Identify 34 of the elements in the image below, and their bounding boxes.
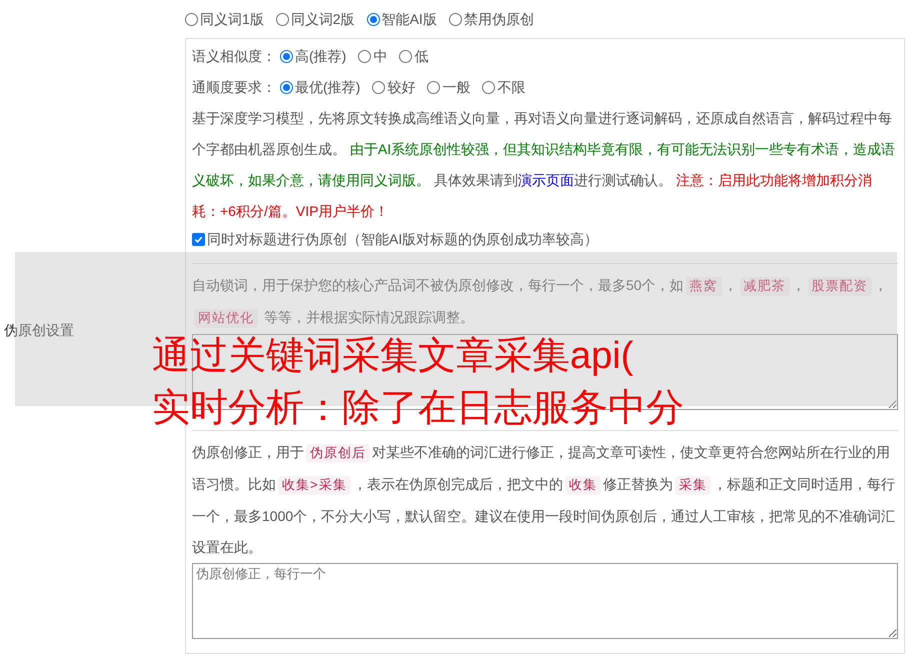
radio-button[interactable] [280, 81, 293, 94]
radio-button[interactable] [482, 81, 496, 94]
radio-option[interactable]: 高(推荐) [280, 46, 346, 67]
radio-button[interactable] [280, 50, 293, 63]
radio-button[interactable] [372, 81, 386, 94]
demo-page-link[interactable]: 演示页面 [518, 172, 574, 188]
description-text: 基于深度学习模型，先将原文转换成高维语义向量，再对语义向量进行逐词解码，还原成自然语言，解码过程中每个字都由机器原创生成。 由于AI系统原创性较强，但其知识结构毕竟有限，有可能无法识别一些专有术语，造成语义破坏，如果介意，请使用同义词版。 具体效果请到演示页面进行测试确认。 注意：启用此功能将增加积分消耗：+6积分/篇。VIP用户半价！ [192, 109, 896, 221]
radio-option[interactable]: 一般 [427, 77, 470, 98]
radio-option[interactable]: 禁用伪原创 [448, 8, 534, 30]
radio-option[interactable]: 同义词1版 [185, 8, 264, 30]
radio-button[interactable] [358, 50, 372, 63]
option-label: 语义相似度： [192, 47, 276, 66]
description-text: 自动锁词，用于保护您的核心产品词不被伪原创修改，每行一个，最多50个，如 燕窝 ， 减肥茶 ， 股票配资 ， 网站优化 等等，并根据实际情况跟踪调整。 [192, 276, 889, 330]
radio-button[interactable] [185, 12, 198, 26]
correction-input[interactable]: 伪原创修正，每行一个 [192, 563, 898, 639]
option-label: 通顺度要求： [192, 78, 276, 97]
radio-option[interactable]: 智能AI版 [366, 8, 437, 30]
checkbox[interactable] [192, 232, 205, 246]
radio-option[interactable]: 低 [399, 46, 428, 67]
radio-button[interactable] [427, 81, 440, 94]
radio-button[interactable] [276, 12, 289, 26]
radio-option[interactable]: 较好 [372, 77, 416, 98]
radio-option[interactable]: 中 [358, 46, 388, 67]
overlay-title: 通过关键词采集文章采集api( [152, 334, 634, 379]
radio-button[interactable] [399, 50, 412, 63]
title-checkbox-option[interactable]: 同时对标题进行伪原创（智能AI版对标题的伪原创成功率较高） [192, 229, 898, 249]
radio-option[interactable]: 不限 [482, 77, 526, 98]
section-label: 伪原创设置 [3, 320, 74, 340]
radio-button[interactable] [448, 12, 462, 26]
description-text: 伪原创修正，用于 伪原创后 对某些不准确的词汇进行修正，提高文章可读性，使文章更符合您网站所在行业的用语习惯。比如 收集>采集 ，表示在伪原创完成后，把文中的 收集 修正替换为 采集 ，标题和正文同时适用，每行一个，最多1000个，不分大小写，默认留空。建议在使用一段时间伪原创后，通过人工审核，把常见的不准确词汇设置在此。 [192, 443, 896, 557]
overlay-title: 实时分析：除了在日志服务中分 [152, 386, 684, 431]
radio-button[interactable] [366, 12, 380, 26]
radio-option[interactable]: 最优(推荐) [280, 77, 360, 98]
radio-option[interactable]: 同义词2版 [276, 8, 355, 30]
